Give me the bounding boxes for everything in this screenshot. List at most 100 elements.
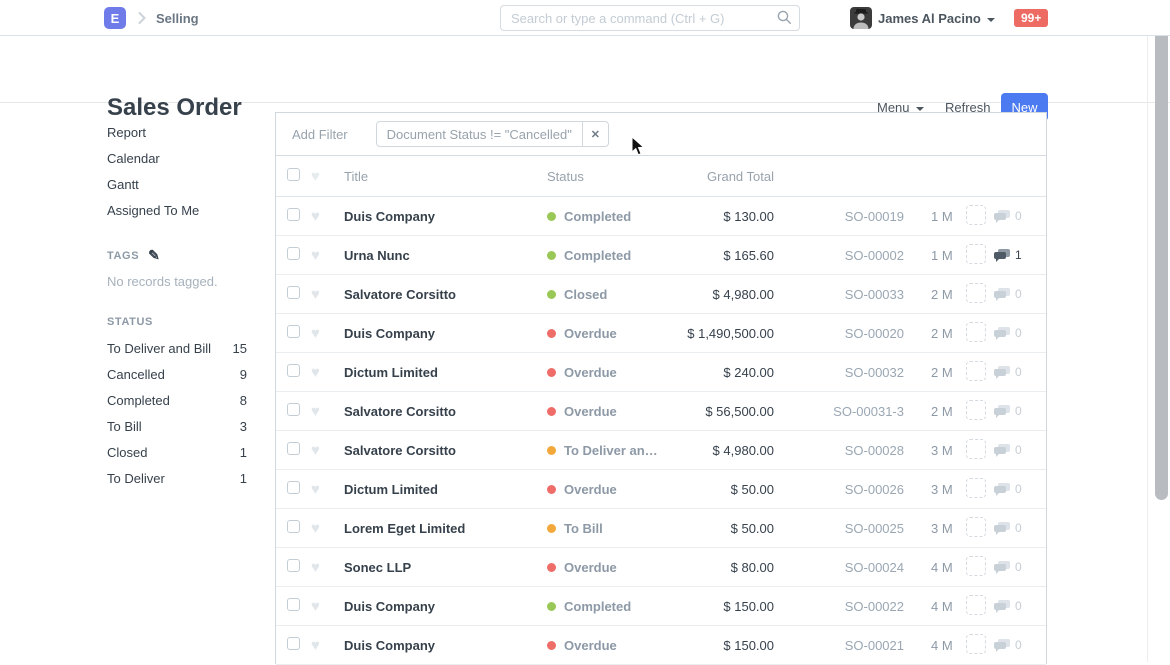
like-icon[interactable]: ♥ [311,521,344,536]
table-row[interactable]: ♥ Sonec LLP Overdue $ 80.00 SO-00024 4 M… [276,548,1046,587]
assign-placeholder[interactable] [966,517,986,537]
table-row[interactable]: ♥ Duis Company Completed $ 130.00 SO-000… [276,197,1046,236]
row-checkbox[interactable] [287,364,300,377]
add-filter-button[interactable]: Add Filter [292,127,348,142]
assign-placeholder[interactable] [966,283,986,303]
sidebar-view-item[interactable]: Assigned To Me [107,197,275,223]
like-icon[interactable]: ♥ [311,248,344,263]
like-icon[interactable]: ♥ [311,326,344,341]
assign-placeholder[interactable] [966,361,986,381]
edit-tags-icon[interactable]: ✎ [148,247,160,264]
search-icon[interactable] [777,10,792,28]
row-title[interactable]: Duis Company [344,209,547,224]
like-icon[interactable]: ♥ [311,482,344,497]
table-row[interactable]: ♥ Salvatore Corsitto Closed $ 4,980.00 S… [276,275,1046,314]
row-id[interactable]: SO-00002 [774,248,904,263]
status-filter-item[interactable]: Cancelled 9 [107,361,247,387]
row-checkbox[interactable] [287,403,300,416]
like-icon[interactable]: ♥ [311,638,344,653]
row-id[interactable]: SO-00028 [774,443,904,458]
comment-count[interactable]: 1 [994,248,1037,262]
row-id[interactable]: SO-00020 [774,326,904,341]
assign-placeholder[interactable] [966,244,986,264]
status-filter-item[interactable]: Closed 1 [107,439,247,465]
comment-count[interactable]: 0 [994,443,1037,457]
row-id[interactable]: SO-00019 [774,209,904,224]
sidebar-view-item[interactable]: Report [107,119,275,145]
comment-count[interactable]: 0 [994,638,1037,652]
table-row[interactable]: ♥ Salvatore Corsitto Overdue $ 56,500.00… [276,392,1046,431]
row-checkbox[interactable] [287,637,300,650]
row-id[interactable]: SO-00026 [774,482,904,497]
table-row[interactable]: ♥ Dictum Limited Overdue $ 50.00 SO-0002… [276,470,1046,509]
row-checkbox[interactable] [287,520,300,533]
row-id[interactable]: SO-00032 [774,365,904,380]
row-id[interactable]: SO-00025 [774,521,904,536]
status-filter-item[interactable]: To Bill 3 [107,413,247,439]
sidebar-view-item[interactable]: Calendar [107,145,275,171]
like-icon[interactable]: ♥ [311,599,344,614]
row-title[interactable]: Duis Company [344,326,547,341]
row-title[interactable]: Duis Company [344,599,547,614]
app-logo[interactable]: E [104,7,126,29]
like-filter-icon[interactable]: ♥ [311,169,344,184]
table-row[interactable]: ♥ Duis Company Overdue $ 1,490,500.00 SO… [276,314,1046,353]
comment-count[interactable]: 0 [994,521,1037,535]
row-title[interactable]: Dictum Limited [344,482,547,497]
comment-count[interactable]: 0 [994,482,1037,496]
table-row[interactable]: ♥ Dictum Limited Overdue $ 240.00 SO-000… [276,353,1046,392]
search-input[interactable] [500,5,800,31]
user-menu[interactable]: James Al Pacino [878,11,995,26]
like-icon[interactable]: ♥ [311,404,344,419]
row-title[interactable]: Urna Nunc [344,248,547,263]
filter-chip-label[interactable]: Document Status != "Cancelled" [377,122,582,146]
row-id[interactable]: SO-00031-3 [774,404,904,419]
like-icon[interactable]: ♥ [311,209,344,224]
assign-placeholder[interactable] [966,400,986,420]
assign-placeholder[interactable] [966,595,986,615]
row-checkbox[interactable] [287,286,300,299]
row-checkbox[interactable] [287,247,300,260]
scrollbar-thumb[interactable] [1155,2,1168,500]
table-row[interactable]: ♥ Lorem Eget Limited To Bill $ 50.00 SO-… [276,509,1046,548]
like-icon[interactable]: ♥ [311,365,344,380]
status-filter-item[interactable]: Completed 8 [107,387,247,413]
row-id[interactable]: SO-00022 [774,599,904,614]
row-checkbox[interactable] [287,559,300,572]
notification-badge[interactable]: 99+ [1014,9,1048,27]
table-row[interactable]: ♥ Salvatore Corsitto To Deliver an… $ 4,… [276,431,1046,470]
row-id[interactable]: SO-00024 [774,560,904,575]
assign-placeholder[interactable] [966,634,986,654]
select-all-checkbox[interactable] [287,168,300,181]
table-row[interactable]: ♥ Duis Company Overdue $ 150.00 SO-00021… [276,626,1046,665]
row-checkbox[interactable] [287,442,300,455]
assign-placeholder[interactable] [966,478,986,498]
comment-count[interactable]: 0 [994,560,1037,574]
avatar[interactable] [850,7,872,29]
comment-count[interactable]: 0 [994,287,1037,301]
row-checkbox[interactable] [287,598,300,611]
like-icon[interactable]: ♥ [311,287,344,302]
comment-count[interactable]: 0 [994,365,1037,379]
assign-placeholder[interactable] [966,322,986,342]
comment-count[interactable]: 0 [994,326,1037,340]
like-icon[interactable]: ♥ [311,560,344,575]
remove-filter-icon[interactable]: ✕ [582,122,608,146]
row-checkbox[interactable] [287,208,300,221]
comment-count[interactable]: 0 [994,599,1037,613]
row-title[interactable]: Salvatore Corsitto [344,404,547,419]
table-row[interactable]: ♥ Urna Nunc Completed $ 165.60 SO-00002 … [276,236,1046,275]
status-filter-item[interactable]: To Deliver and Bill 15 [107,335,247,361]
row-title[interactable]: Lorem Eget Limited [344,521,547,536]
row-id[interactable]: SO-00021 [774,638,904,653]
breadcrumb[interactable]: Selling [156,11,199,26]
row-title[interactable]: Salvatore Corsitto [344,287,547,302]
row-checkbox[interactable] [287,325,300,338]
like-icon[interactable]: ♥ [311,443,344,458]
row-checkbox[interactable] [287,481,300,494]
assign-placeholder[interactable] [966,556,986,576]
comment-count[interactable]: 0 [994,404,1037,418]
row-title[interactable]: Sonec LLP [344,560,547,575]
assign-placeholder[interactable] [966,205,986,225]
row-title[interactable]: Duis Company [344,638,547,653]
